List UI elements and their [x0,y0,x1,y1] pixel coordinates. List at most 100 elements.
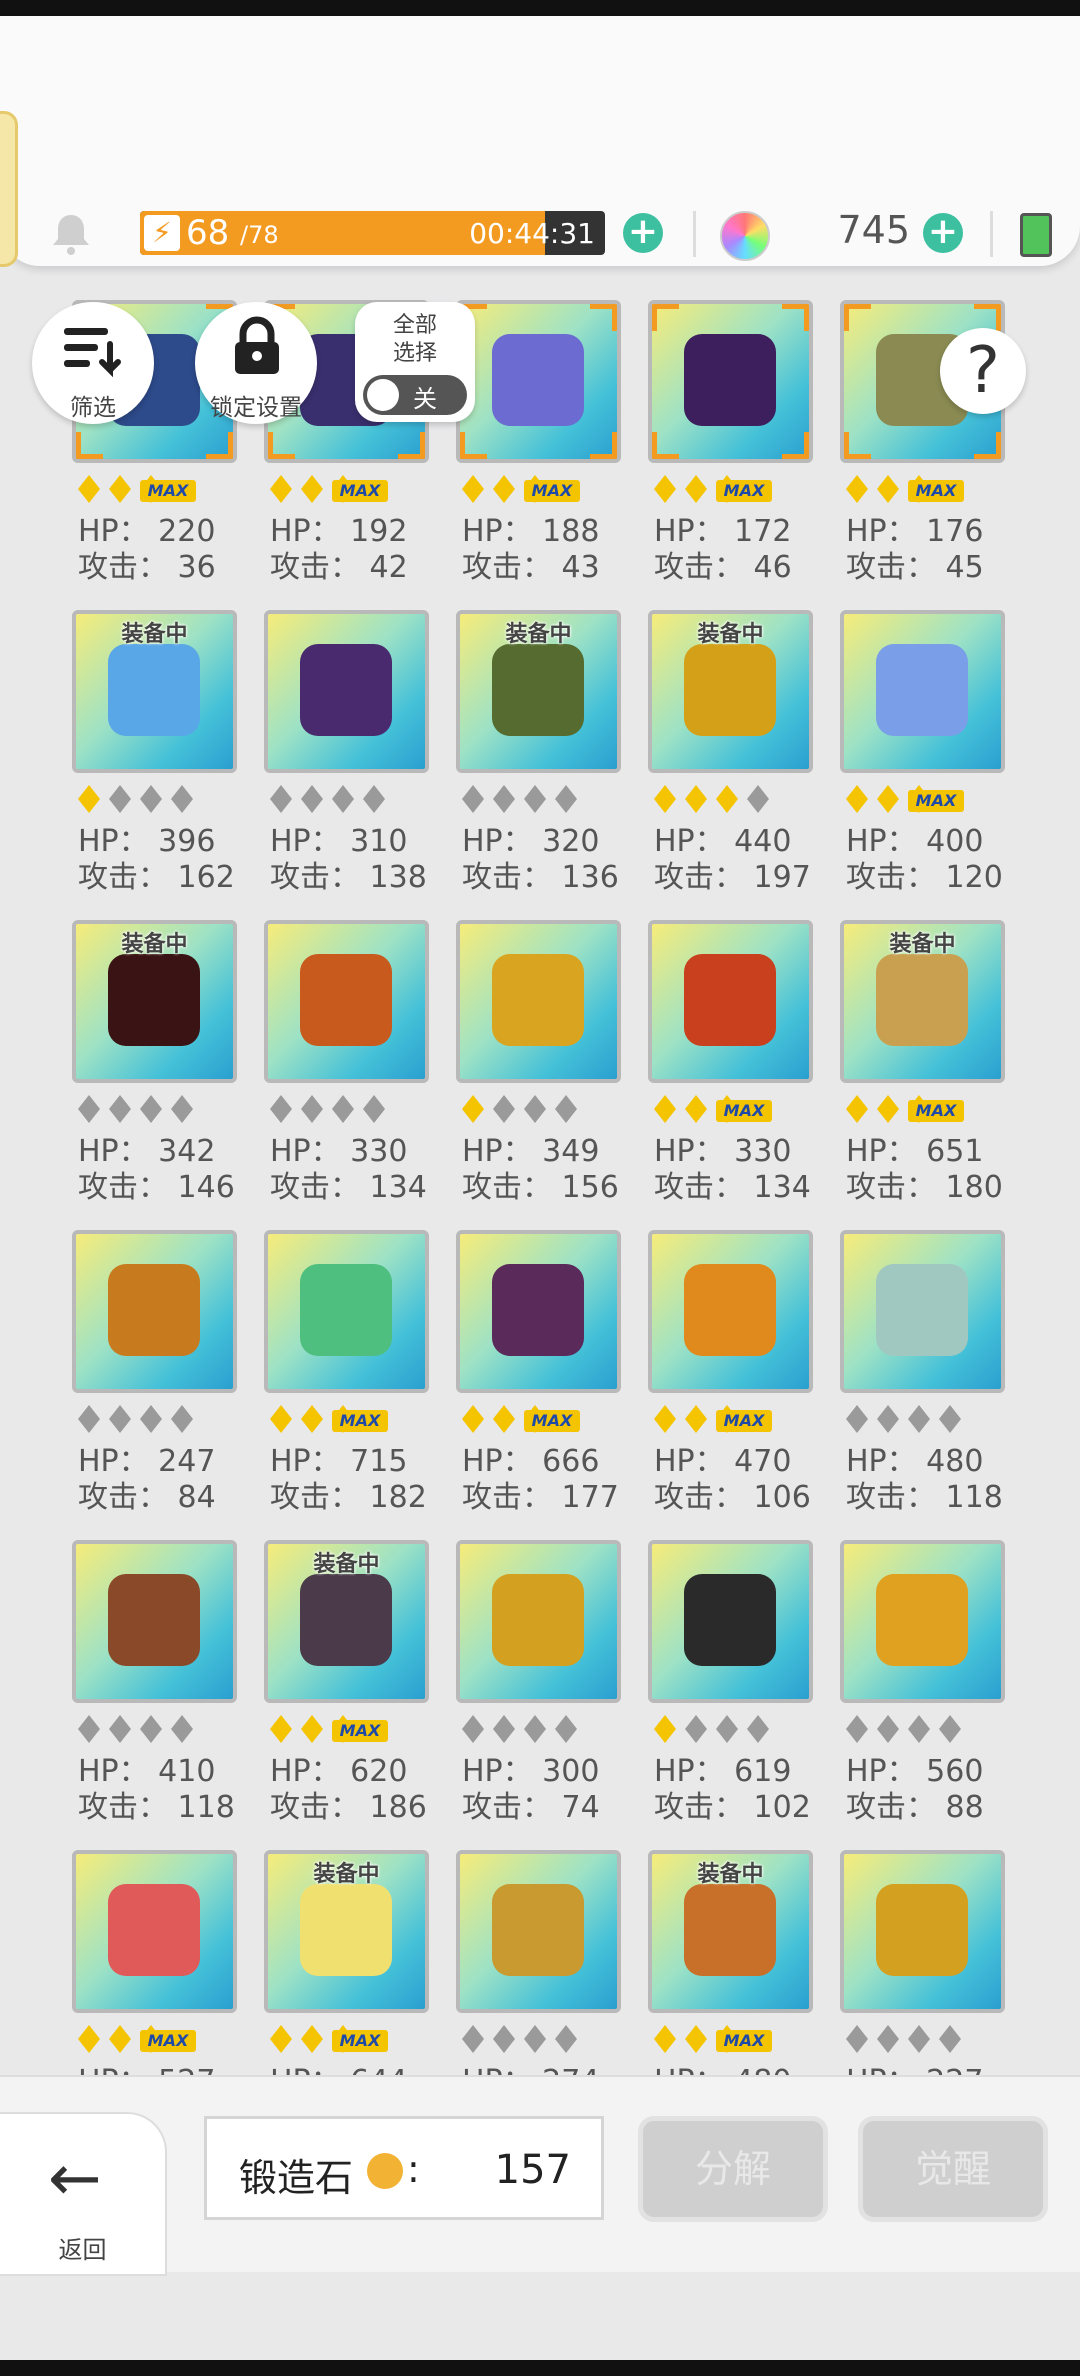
equipment-card[interactable]: 装备中 [648,610,813,773]
filter-label: 筛选 [70,395,116,421]
star-rating [462,2022,627,2056]
equipment-card[interactable] [72,1540,237,1703]
equipment-card[interactable]: 装备中 [264,1850,429,2013]
equipment-card[interactable] [72,1850,237,2013]
side-tab[interactable] [0,111,18,267]
help-button[interactable]: ? [940,328,1026,414]
equipment-card[interactable]: 装备中 [840,920,1005,1083]
star-icon [524,1095,546,1123]
equipment-card[interactable] [840,610,1005,773]
equipped-label: 装备中 [121,622,188,647]
frame-corner [844,432,871,459]
lock-settings-label: 锁定设置 [210,395,302,421]
attack-stat: 攻击： 136 [462,860,619,895]
decompose-button[interactable]: 分解 [638,2116,828,2222]
top-header: ⚡ 68 /78 00:44:31 + 745 + [0,16,1080,267]
equipment-card[interactable]: 装备中 [648,1850,813,2013]
lock-icon [235,316,279,374]
star-icon [555,1715,577,1743]
equipment-card[interactable] [456,920,621,1083]
equipment-card[interactable] [72,1230,237,1393]
star-rating: MAX [78,472,243,506]
star-rating: MAX [78,2022,243,2056]
equipment-icon [876,1574,968,1666]
star-rating: MAX [654,472,819,506]
star-rating [654,782,819,816]
equipment-card[interactable] [648,300,813,463]
equipment-card[interactable] [264,610,429,773]
add-energy-button[interactable]: + [623,213,663,253]
attack-stat: 攻击： 88 [846,1790,984,1825]
star-rating [78,1402,243,1436]
filter-button[interactable]: 筛选 [32,302,154,424]
star-icon [462,1095,484,1123]
equipment-card[interactable]: 装备中 [456,610,621,773]
equipment-card[interactable]: 装备中 [72,610,237,773]
star-icon [654,1405,676,1433]
frame-corner [974,304,1001,331]
star-rating: MAX [846,782,1011,816]
star-icon [140,1095,162,1123]
attack-stat: 攻击： 43 [462,550,600,585]
equipment-card[interactable] [648,1230,813,1393]
equipment-icon [300,1264,392,1356]
back-button[interactable]: ← 返回 [0,2112,167,2276]
star-icon [877,1095,899,1123]
max-badge: MAX [332,1720,388,1742]
equipment-icon [108,1264,200,1356]
equipment-icon [108,1884,200,1976]
star-icon [270,785,292,813]
equipped-label: 装备中 [697,622,764,647]
equipment-card[interactable] [840,1540,1005,1703]
frame-corner [652,432,679,459]
attack-stat: 攻击： 138 [270,860,427,895]
awaken-button[interactable]: 觉醒 [858,2116,1048,2222]
equipment-icon [492,334,584,426]
star-icon [78,475,100,503]
toggle-knob [367,379,399,411]
star-icon [493,785,515,813]
equipment-card[interactable] [456,300,621,463]
equipment-card[interactable]: 装备中 [72,920,237,1083]
star-icon [493,1405,515,1433]
star-rating: MAX [270,1712,435,1746]
star-icon [109,1095,131,1123]
lock-settings-button[interactable]: 锁定设置 [195,302,317,424]
equipment-card[interactable] [648,920,813,1083]
max-badge: MAX [524,1410,580,1432]
star-icon [493,1715,515,1743]
equipment-card[interactable] [264,1230,429,1393]
max-badge: MAX [908,480,964,502]
max-badge: MAX [716,480,772,502]
equipment-card[interactable] [840,1850,1005,2013]
add-gems-button[interactable]: + [923,213,963,253]
max-badge: MAX [908,790,964,812]
max-badge: MAX [140,2030,196,2052]
equipment-card[interactable] [456,1850,621,2013]
star-icon [654,2025,676,2053]
equipped-label: 装备中 [505,622,572,647]
star-icon [939,1715,961,1743]
equipment-card[interactable] [264,920,429,1083]
attack-stat: 攻击： 120 [846,860,1003,895]
star-icon [877,1405,899,1433]
attack-stat: 攻击： 118 [846,1480,1003,1515]
equipped-label: 装备中 [697,1862,764,1887]
star-rating [462,1712,627,1746]
attack-stat: 攻击： 46 [654,550,792,585]
select-all-toggle[interactable]: 关 [363,375,467,415]
attack-stat: 攻击： 182 [270,1480,427,1515]
attack-stat: 攻击： 74 [462,1790,600,1825]
star-icon [332,1095,354,1123]
star-icon [846,785,868,813]
bell-icon[interactable] [48,211,94,257]
equipment-card[interactable] [648,1540,813,1703]
equipment-card[interactable] [456,1230,621,1393]
equipment-card[interactable]: 装备中 [264,1540,429,1703]
max-badge: MAX [332,1410,388,1432]
equipment-card[interactable] [456,1540,621,1703]
max-badge: MAX [716,1410,772,1432]
equipment-card[interactable] [840,1230,1005,1393]
star-rating: MAX [846,472,1011,506]
star-icon [109,2025,131,2053]
